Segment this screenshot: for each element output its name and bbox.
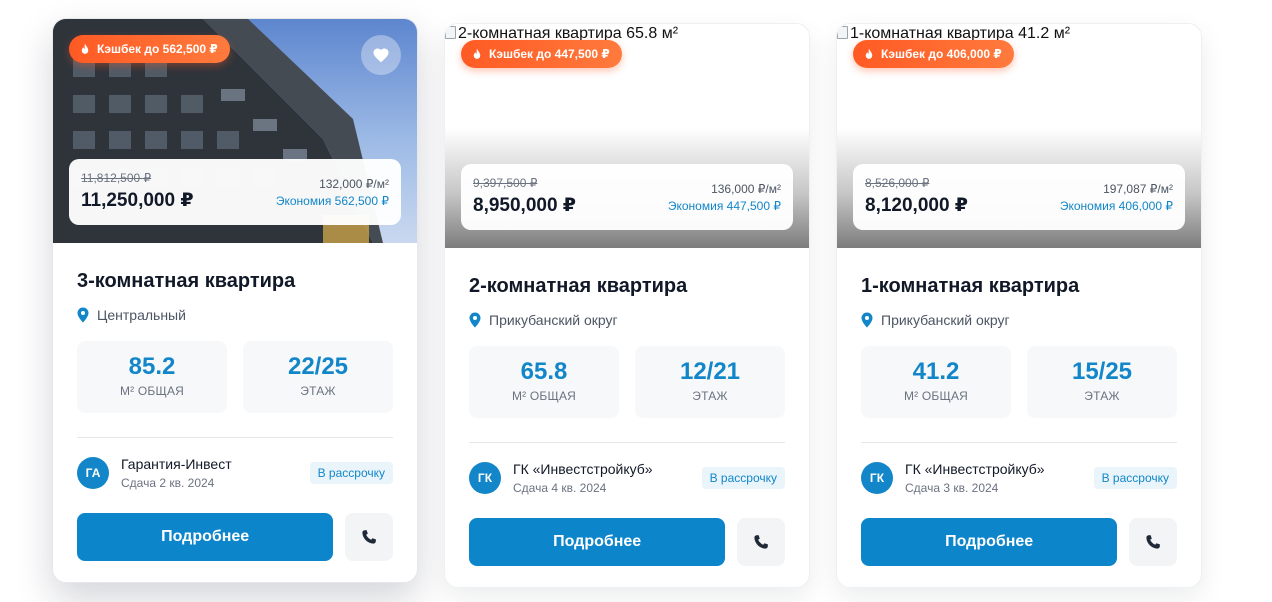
listing-title[interactable]: 1-комнатная квартира: [861, 274, 1177, 298]
cashback-label: Кэшбек до 562,500 ₽: [97, 42, 218, 56]
delivery-date: Сдача 4 кв. 2024: [513, 481, 607, 495]
map-pin-icon: [77, 307, 89, 323]
listing-title[interactable]: 2-комнатная квартира: [469, 274, 785, 298]
delivery-date: Сдача 2 кв. 2024: [121, 476, 215, 490]
phone-icon: [754, 535, 769, 549]
installment-badge: В рассрочку: [1093, 467, 1177, 489]
price: 11,250,000 ₽: [81, 190, 194, 211]
developer-row: ГК ГК «Инвестстройкуб» Сдача 3 кв. 2024 …: [861, 460, 1177, 496]
developer-name[interactable]: ГК «Инвестстройкуб»: [905, 461, 1045, 478]
floor-tile: 12/21 ЭТАЖ: [635, 346, 785, 418]
cashback-badge: Кэшбек до 406,000 ₽: [853, 40, 1014, 68]
broken-image-icon: [445, 26, 456, 39]
call-button[interactable]: [345, 513, 393, 561]
floor-tile: 15/25 ЭТАЖ: [1027, 346, 1177, 418]
developer-name[interactable]: Гарантия-Инвест: [121, 456, 232, 473]
spec-tiles: 85.2 М² ОБЩАЯ 22/25 ЭТАЖ: [77, 341, 393, 413]
price-panel: 9,397,500 ₽ 8,950,000 ₽ 136,000 ₽/м² Эко…: [461, 164, 793, 230]
old-price: 8,526,000 ₽: [865, 176, 930, 190]
listing-photo[interactable]: 2-комнатная квартира 65.8 м² Кэшбек до 4…: [445, 24, 809, 248]
developer-row: ГК ГК «Инвестстройкуб» Сдача 4 кв. 2024 …: [469, 460, 785, 496]
savings: Экономия 406,000 ₽: [1059, 199, 1173, 213]
price-per-m2: 197,087 ₽/м²: [1103, 182, 1173, 196]
listing-location: Прикубанский округ: [861, 312, 1177, 328]
floor-value: 12/21: [679, 358, 741, 385]
price-per-m2: 132,000 ₽/м²: [319, 177, 389, 191]
phone-icon: [362, 530, 377, 544]
price-panel: 8,526,000 ₽ 8,120,000 ₽ 197,087 ₽/м² Эко…: [853, 164, 1185, 230]
area-tile: 65.8 М² ОБЩАЯ: [469, 346, 619, 418]
developer-row: ГА Гарантия-Инвест Сдача 2 кв. 2024 В ра…: [77, 455, 393, 491]
divider: [861, 442, 1177, 443]
broken-image-icon: [837, 26, 848, 39]
old-price: 9,397,500 ₽: [473, 176, 538, 190]
listing-location: Прикубанский округ: [469, 312, 785, 328]
price: 8,120,000 ₽: [865, 195, 969, 216]
area-label: М² ОБЩАЯ: [511, 389, 577, 403]
location-label: Прикубанский округ: [489, 312, 618, 328]
details-button[interactable]: Подробнее: [861, 518, 1118, 566]
fire-icon: [865, 47, 873, 59]
phone-icon: [1146, 535, 1161, 549]
area-label: М² ОБЩАЯ: [119, 384, 185, 398]
fire-icon: [81, 42, 89, 54]
floor-value: 15/25: [1071, 358, 1133, 385]
listing-photo[interactable]: 1-комнатная квартира 41.2 м² Кэшбек до 4…: [837, 24, 1201, 248]
listing-card[interactable]: Кэшбек до 562,500 ₽ 11,812,500 ₽ 11,250,…: [52, 18, 418, 583]
area-tile: 85.2 М² ОБЩАЯ: [77, 341, 227, 413]
area-value: 65.8: [520, 358, 568, 385]
floor-label: ЭТАЖ: [1084, 389, 1120, 403]
floor-label: ЭТАЖ: [692, 389, 728, 403]
floor-value: 22/25: [287, 353, 349, 380]
cashback-label: Кэшбек до 406,000 ₽: [881, 47, 1002, 61]
map-pin-icon: [861, 312, 873, 328]
floor-label: ЭТАЖ: [300, 384, 336, 398]
price: 8,950,000 ₽: [473, 195, 577, 216]
floor-tile: 22/25 ЭТАЖ: [243, 341, 393, 413]
cashback-badge: Кэшбек до 447,500 ₽: [461, 40, 622, 68]
fire-icon: [473, 47, 481, 59]
listing-card[interactable]: 2-комнатная квартира 65.8 м² Кэшбек до 4…: [444, 23, 810, 588]
cashback-label: Кэшбек до 447,500 ₽: [489, 47, 610, 61]
developer-avatar: ГК: [861, 462, 893, 494]
savings: Экономия 562,500 ₽: [275, 194, 389, 208]
cashback-badge: Кэшбек до 562,500 ₽: [69, 35, 230, 63]
savings: Экономия 447,500 ₽: [667, 199, 781, 213]
map-pin-icon: [469, 312, 481, 328]
spec-tiles: 41.2 М² ОБЩАЯ 15/25 ЭТАЖ: [861, 346, 1177, 418]
old-price: 11,812,500 ₽: [81, 171, 152, 185]
listing-photo[interactable]: Кэшбек до 562,500 ₽ 11,812,500 ₽ 11,250,…: [53, 19, 417, 243]
area-tile: 41.2 М² ОБЩАЯ: [861, 346, 1011, 418]
location-label: Центральный: [97, 307, 186, 323]
listing-location: Центральный: [77, 307, 393, 323]
area-value: 41.2: [912, 358, 960, 385]
listing-card[interactable]: 1-комнатная квартира 41.2 м² Кэшбек до 4…: [836, 23, 1202, 588]
area-value: 85.2: [128, 353, 176, 380]
listing-title[interactable]: 3-комнатная квартира: [77, 269, 393, 293]
delivery-date: Сдача 3 кв. 2024: [905, 481, 999, 495]
call-button[interactable]: [737, 518, 785, 566]
details-button[interactable]: Подробнее: [469, 518, 726, 566]
price-panel: 11,812,500 ₽ 11,250,000 ₽ 132,000 ₽/м² Э…: [69, 159, 401, 225]
developer-avatar: ГА: [77, 457, 109, 489]
area-label: М² ОБЩАЯ: [903, 389, 969, 403]
developer-avatar: ГК: [469, 462, 501, 494]
call-button[interactable]: [1129, 518, 1177, 566]
favorite-button[interactable]: [361, 35, 401, 75]
spec-tiles: 65.8 М² ОБЩАЯ 12/21 ЭТАЖ: [469, 346, 785, 418]
developer-name[interactable]: ГК «Инвестстройкуб»: [513, 461, 653, 478]
price-per-m2: 136,000 ₽/м²: [711, 182, 781, 196]
installment-badge: В рассрочку: [309, 462, 393, 484]
heart-icon: [373, 48, 389, 62]
divider: [469, 442, 785, 443]
location-label: Прикубанский округ: [881, 312, 1010, 328]
details-button[interactable]: Подробнее: [77, 513, 334, 561]
installment-badge: В рассрочку: [701, 467, 785, 489]
divider: [77, 437, 393, 438]
